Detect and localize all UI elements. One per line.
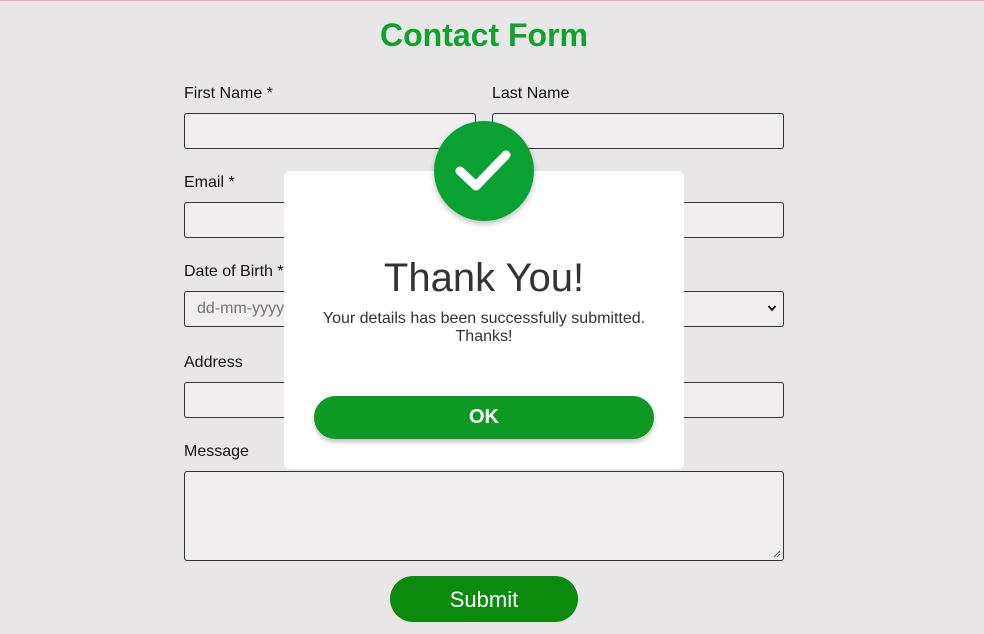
submit-button[interactable]: Submit <box>390 576 578 622</box>
modal-message-line1: Your details has been successfully submi… <box>322 310 646 327</box>
last-name-label: Last Name <box>492 85 570 102</box>
message-textarea[interactable] <box>184 471 784 561</box>
chevron-down-icon <box>767 305 777 312</box>
last-name-input[interactable] <box>492 113 784 149</box>
address-label: Address <box>184 354 243 371</box>
modal-message: Your details has been successfully submi… <box>314 310 654 346</box>
resize-grip-icon[interactable] <box>773 550 781 558</box>
first-name-label: First Name * <box>184 85 273 102</box>
first-name-input[interactable] <box>184 113 476 149</box>
modal-title: Thank You! <box>383 256 585 300</box>
page-title: Contact Form <box>380 17 588 53</box>
email-label: Email * <box>184 174 235 191</box>
modal-message-line2: Thanks! <box>455 328 513 345</box>
success-badge <box>434 121 534 221</box>
dob-label: Date of Birth * <box>184 263 284 280</box>
ok-button[interactable]: OK <box>314 396 654 439</box>
checkmark-icon <box>455 150 511 191</box>
contact-page: Contact Form First Name * Last Name Emai… <box>0 0 984 634</box>
message-label: Message <box>184 443 249 460</box>
